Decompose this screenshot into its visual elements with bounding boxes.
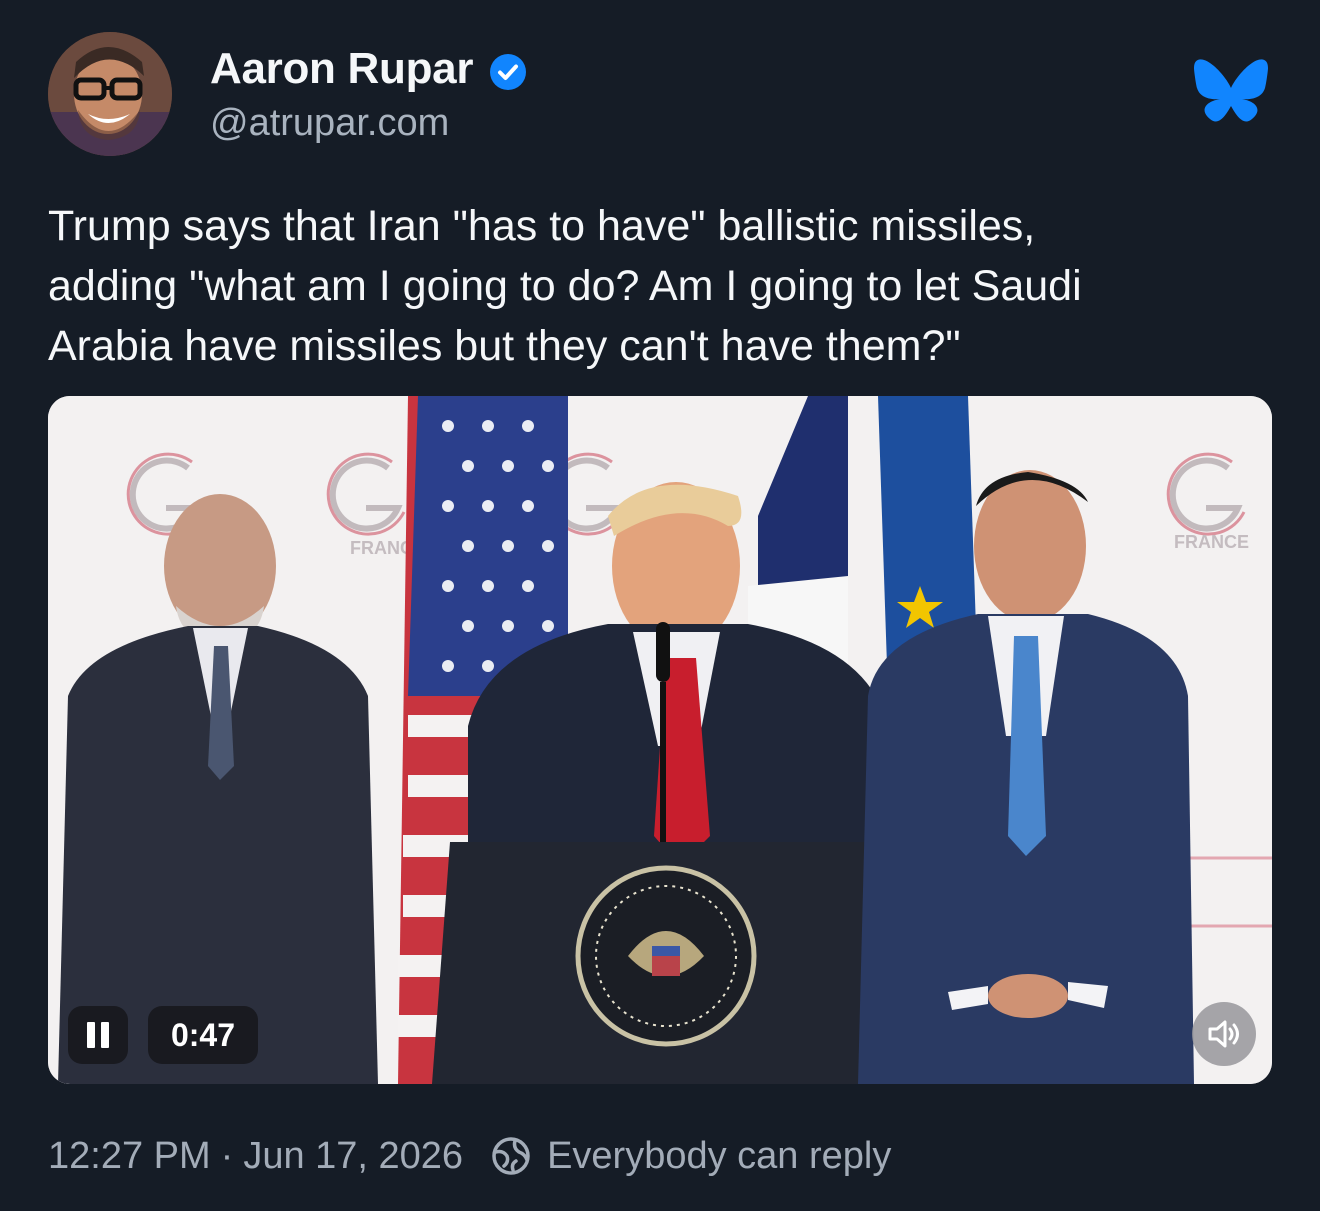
speaker-icon <box>1208 1020 1239 1048</box>
mute-button[interactable] <box>1192 1002 1256 1066</box>
verified-check-icon <box>490 54 526 90</box>
post-date[interactable]: Jun 17, 2026 <box>243 1135 463 1178</box>
post-text: Trump says that Iran "has to have" balli… <box>48 202 1082 370</box>
backdrop-country-text-2: FRANCE <box>1174 532 1249 552</box>
bluesky-butterfly-icon[interactable] <box>1194 58 1268 124</box>
video-player[interactable]: FRANCE FRANCE 0:47 <box>48 396 1272 1084</box>
author-handle[interactable]: @atrupar.com <box>210 102 449 145</box>
video-elapsed-time: 0:47 <box>148 1006 258 1064</box>
footer-separator: · <box>220 1134 234 1177</box>
author-name[interactable]: Aaron Rupar <box>210 44 473 94</box>
avatar[interactable] <box>48 32 172 156</box>
post-footer: 12:27 PM · Jun 17, 2026 Everybody can re… <box>48 1134 891 1178</box>
post-card: Aaron Rupar @atrupar.com Trump says that… <box>0 0 1320 1211</box>
reply-settings-icon <box>492 1137 530 1175</box>
pause-button[interactable] <box>68 1006 128 1064</box>
pause-icon <box>87 1022 95 1048</box>
reply-setting-label[interactable]: Everybody can reply <box>547 1135 891 1178</box>
post-time[interactable]: 12:27 PM <box>48 1135 211 1178</box>
video-frame: FRANCE FRANCE <box>48 396 1272 1084</box>
